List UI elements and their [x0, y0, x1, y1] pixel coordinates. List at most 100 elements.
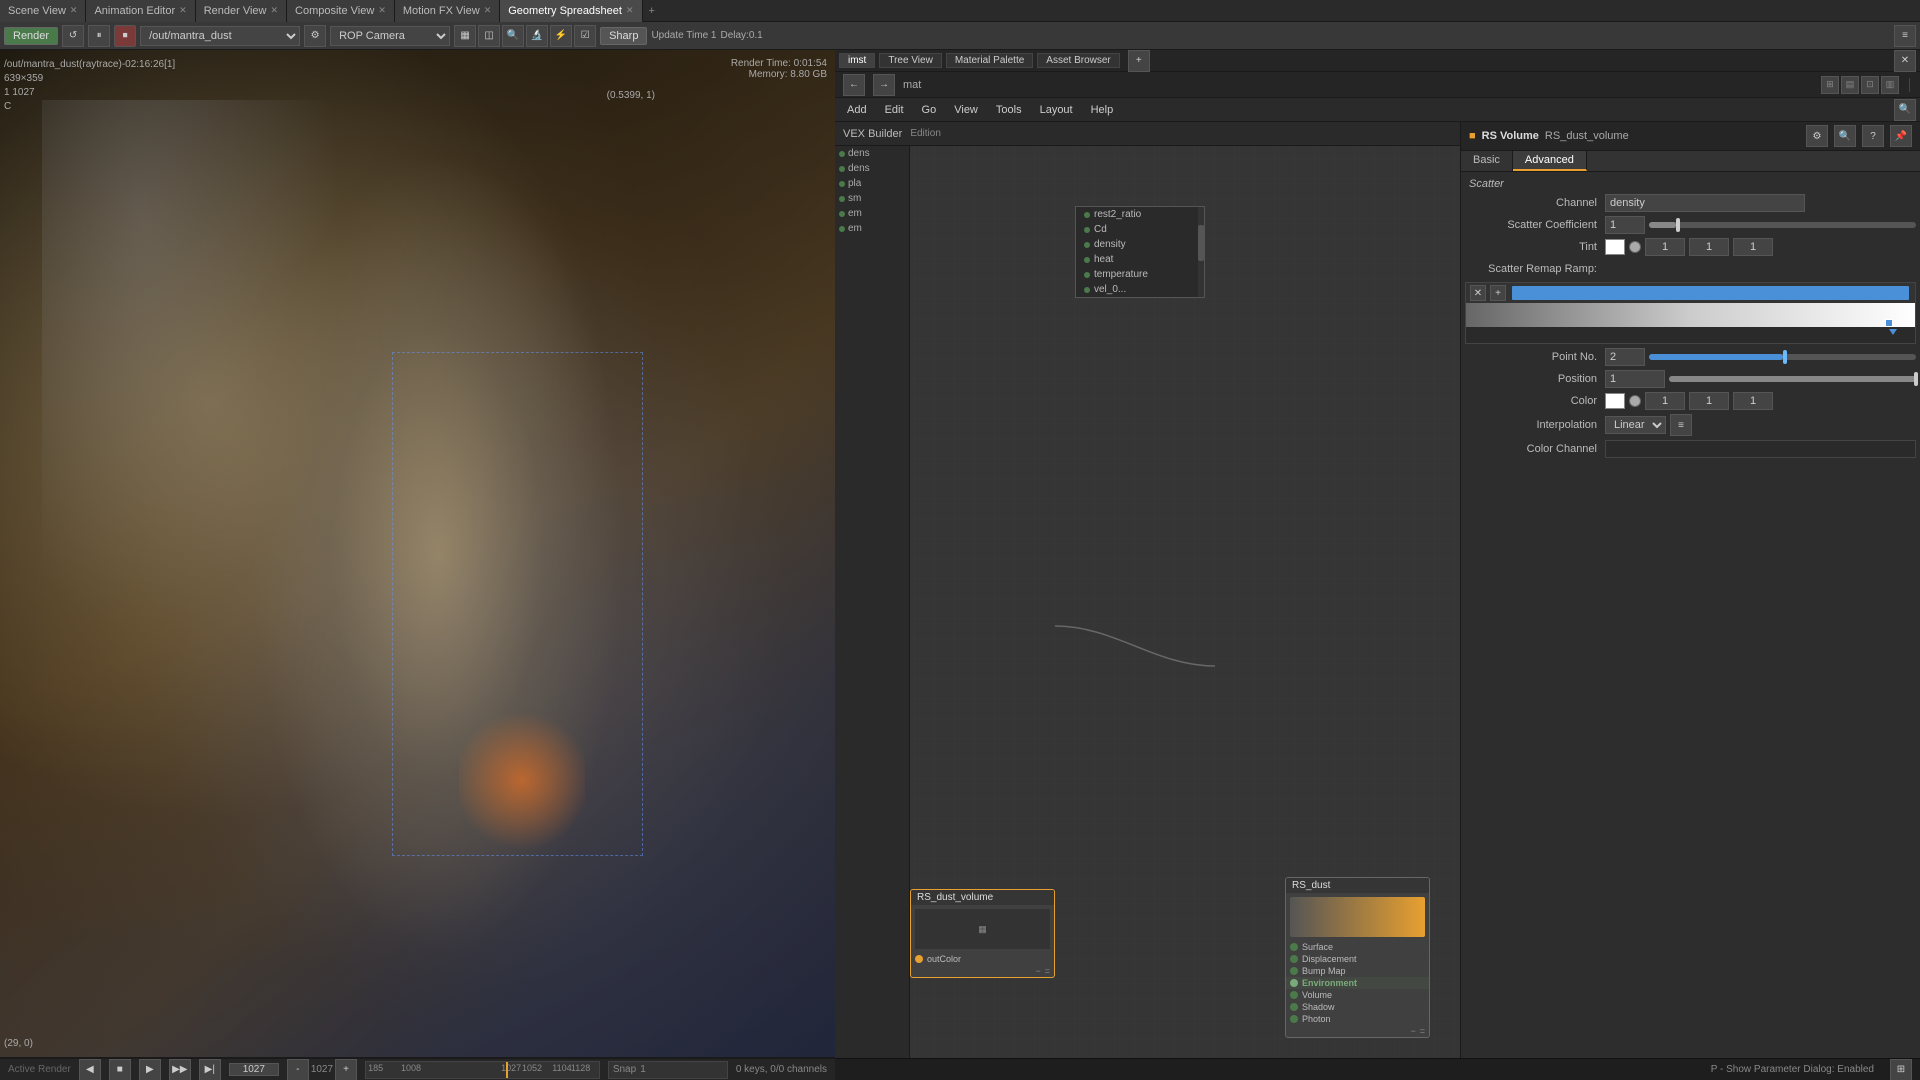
color-channel-field[interactable]	[1605, 440, 1916, 458]
tab-material-palette[interactable]: Material Palette	[946, 53, 1033, 68]
scatter-coeff-slider[interactable]	[1649, 222, 1916, 228]
search-icon[interactable]: 🔍	[1894, 99, 1916, 121]
node-list-item-1[interactable]: dens	[835, 161, 909, 176]
position-slider-thumb[interactable]	[1914, 372, 1918, 386]
tab-add-button[interactable]: +	[643, 5, 661, 17]
attr-vel[interactable]: vel_0...	[1076, 282, 1204, 297]
tab-render-view[interactable]: Render View ✕	[196, 0, 287, 22]
color-g-input[interactable]	[1689, 392, 1729, 410]
node-list-item-4[interactable]: em	[835, 206, 909, 221]
tab-asset-browser[interactable]: Asset Browser	[1037, 53, 1119, 68]
node-list-item-3[interactable]: sm	[835, 191, 909, 206]
menu-add[interactable]: Add	[839, 102, 875, 118]
render-stop-icon[interactable]: ⏹	[114, 25, 136, 47]
layout-icon-1[interactable]: ⊞	[1821, 76, 1839, 94]
node-btn-minus[interactable]: −	[1035, 966, 1040, 976]
nav-back-icon[interactable]: ←	[843, 74, 865, 96]
attr-scrollbar-thumb[interactable]	[1198, 225, 1204, 261]
nav-fwd-icon[interactable]: →	[873, 74, 895, 96]
tint-picker-icon[interactable]	[1629, 241, 1641, 253]
ramp-add-btn[interactable]: +	[1490, 285, 1506, 301]
view-icon-5[interactable]: ⚡	[550, 25, 572, 47]
attr-rest2-ratio[interactable]: rest2_ratio	[1076, 207, 1204, 222]
tab-close-render[interactable]: ✕	[270, 5, 278, 16]
node-rs-dust-volume[interactable]: RS_dust_volume ▦ outColor −	[910, 889, 1055, 978]
point-no-slider-thumb[interactable]	[1783, 350, 1787, 364]
tab-close-anim[interactable]: ✕	[179, 5, 187, 16]
tab-advanced[interactable]: Advanced	[1513, 151, 1587, 171]
ramp-gradient-bar[interactable]	[1466, 303, 1915, 327]
interp-menu-icon[interactable]: ≡	[1670, 414, 1692, 436]
tab-add-panel[interactable]: +	[1128, 50, 1150, 72]
menu-edit[interactable]: Edit	[877, 102, 912, 118]
timeline-play-icon[interactable]: ▶	[139, 1059, 161, 1080]
render-settings-icon[interactable]: ⚙	[304, 25, 326, 47]
attr-temperature[interactable]: temperature	[1076, 267, 1204, 282]
tab-close-scene[interactable]: ✕	[70, 5, 78, 16]
node-list-item-5[interactable]: em	[835, 221, 909, 236]
camera-dropdown[interactable]: ROP Camera	[330, 26, 450, 46]
position-input[interactable]	[1605, 370, 1665, 388]
tab-composite-view[interactable]: Composite View ✕	[287, 0, 395, 22]
tab-close-geo[interactable]: ✕	[626, 5, 634, 16]
tab-imst[interactable]: imst	[839, 53, 875, 68]
tint-b-input[interactable]	[1733, 238, 1773, 256]
color-swatch[interactable]	[1605, 393, 1625, 409]
menu-tools[interactable]: Tools	[988, 102, 1030, 118]
tint-swatch[interactable]	[1605, 239, 1625, 255]
view-icon-1[interactable]: ▦	[454, 25, 476, 47]
tint-g-input[interactable]	[1689, 238, 1729, 256]
node-btn-minus-2[interactable]: −	[1410, 1026, 1415, 1036]
node-graph-bg[interactable]: dens dens pla sm	[835, 146, 1460, 1058]
menu-layout[interactable]: Layout	[1032, 102, 1081, 118]
menu-help[interactable]: Help	[1083, 102, 1122, 118]
rs-question-icon[interactable]: ?	[1862, 125, 1884, 147]
tint-r-input[interactable]	[1645, 238, 1685, 256]
view-icon-6[interactable]: ☑	[574, 25, 596, 47]
timeline-track[interactable]: 185 1008 1027 1052 1104 1128	[365, 1061, 600, 1079]
node-list-item-2[interactable]: pla	[835, 176, 909, 191]
view-icon-3[interactable]: 🔍	[502, 25, 524, 47]
tab-animation-editor[interactable]: Animation Editor ✕	[86, 0, 195, 22]
frame-number-input[interactable]	[229, 1063, 279, 1076]
ramp-remove-btn[interactable]: ✕	[1470, 285, 1486, 301]
tab-close-comp[interactable]: ✕	[378, 5, 386, 16]
timeline-stop-icon[interactable]: ■	[109, 1059, 131, 1080]
status-expand-icon[interactable]: ⊞	[1890, 1059, 1912, 1080]
timeline-next-icon[interactable]: ▶▶	[169, 1059, 191, 1080]
tab-close-motion[interactable]: ✕	[484, 5, 492, 16]
menu-view[interactable]: View	[946, 102, 986, 118]
scatter-coeff-slider-thumb[interactable]	[1676, 218, 1680, 232]
frame-step-up[interactable]: +	[335, 1059, 357, 1080]
color-r-input[interactable]	[1645, 392, 1685, 410]
tab-basic[interactable]: Basic	[1461, 151, 1513, 171]
timeline-end-icon[interactable]: ▶|	[199, 1059, 221, 1080]
node-btn-equals[interactable]: =	[1045, 966, 1050, 976]
tab-motion-fx[interactable]: Motion FX View ✕	[395, 0, 500, 22]
render-pause-icon[interactable]: ⏸	[88, 25, 110, 47]
tab-tree-view[interactable]: Tree View	[879, 53, 941, 68]
view-icon-2[interactable]: ◫	[478, 25, 500, 47]
position-slider[interactable]	[1669, 376, 1916, 382]
point-no-slider[interactable]	[1649, 354, 1916, 360]
menu-go[interactable]: Go	[914, 102, 945, 118]
color-picker-icon[interactable]	[1629, 395, 1641, 407]
timeline-prev-icon[interactable]: ◀	[79, 1059, 101, 1080]
node-btn-equals-2[interactable]: =	[1420, 1026, 1425, 1036]
panel-close-icon[interactable]: ✕	[1894, 50, 1916, 72]
attr-cd[interactable]: Cd	[1076, 222, 1204, 237]
layout-icon-4[interactable]: ▥	[1881, 76, 1899, 94]
interp-dropdown[interactable]: Linear	[1605, 416, 1666, 434]
view-icon-4[interactable]: 🔬	[526, 25, 548, 47]
render-button[interactable]: Render	[4, 27, 58, 45]
channel-input[interactable]	[1605, 194, 1805, 212]
output-path-dropdown[interactable]: /out/mantra_dust	[140, 26, 300, 46]
rs-pin-icon[interactable]: 📌	[1890, 125, 1912, 147]
frame-step-down[interactable]: -	[287, 1059, 309, 1080]
viewport[interactable]: /out/mantra_dust(raytrace)-02:16:26[1] 6…	[0, 50, 835, 1057]
tab-scene-view[interactable]: Scene View ✕	[0, 0, 86, 22]
color-b-input[interactable]	[1733, 392, 1773, 410]
rs-settings-icon[interactable]: ⚙	[1806, 125, 1828, 147]
point-no-input[interactable]	[1605, 348, 1645, 366]
quality-label[interactable]: Sharp	[600, 27, 647, 45]
